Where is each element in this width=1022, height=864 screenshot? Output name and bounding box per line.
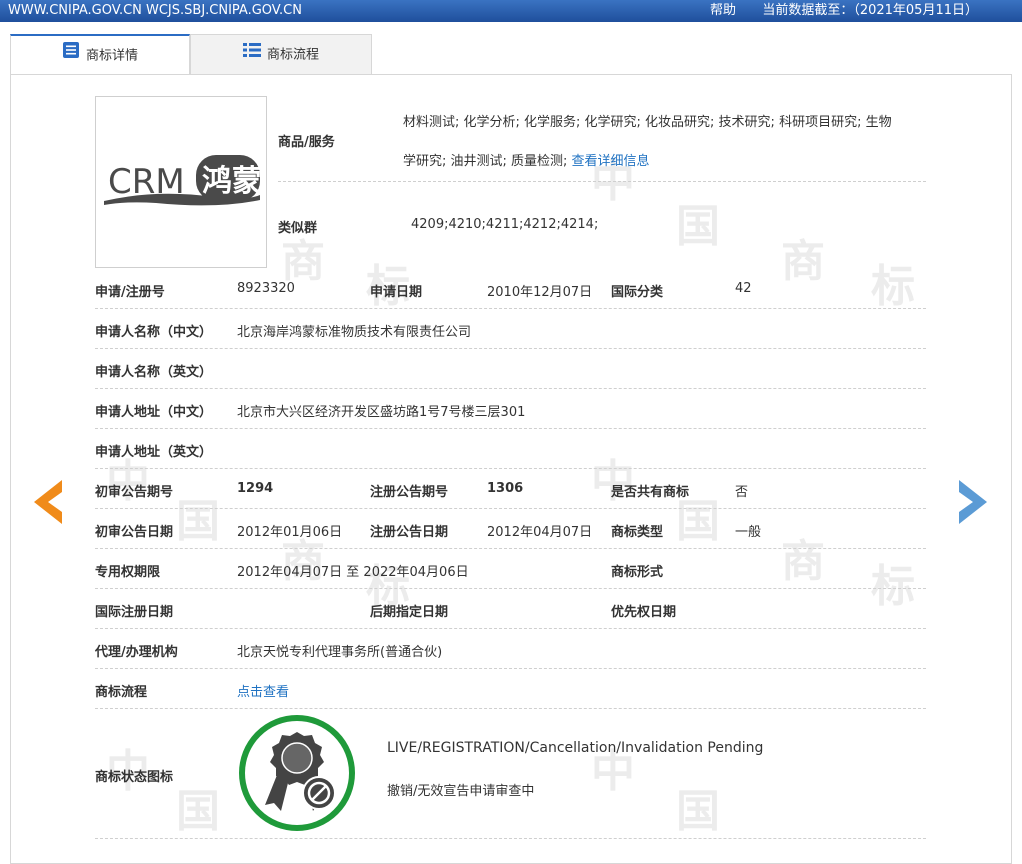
process-view-link[interactable]: 点击查看: [237, 681, 289, 700]
prelim-no-value: 1294: [237, 481, 274, 496]
applicant-en-label: 申请人名称（英文）: [95, 365, 213, 380]
prev-arrow-icon[interactable]: [30, 478, 64, 530]
tab-trademark-detail[interactable]: 商标详情: [10, 34, 190, 74]
divider: [95, 388, 926, 389]
address-en-label: 申请人地址（英文）: [95, 445, 213, 460]
reg-no-label: 申请/注册号: [95, 285, 165, 300]
watermark: 国: [176, 786, 220, 837]
mark-type-label: 商标类型: [611, 525, 664, 540]
intl-reg-date-label: 国际注册日期: [95, 605, 174, 620]
crm-logo-image: CRM 鸿蒙: [104, 155, 262, 206]
logo-latin: CRM: [108, 162, 185, 202]
watermark: 国: [676, 786, 720, 837]
similar-group-value: 4209;4210;4211;4212;4214;: [411, 217, 599, 232]
view-detail-link[interactable]: 查看详细信息: [572, 154, 650, 169]
reg-no-value: 8923320: [237, 281, 295, 296]
reg-pub-no-value: 1306: [487, 481, 524, 496]
prelim-date-label: 初审公告日期: [95, 525, 174, 540]
status-icon-label: 商标状态图标: [95, 770, 174, 785]
status-english: LIVE/REGISTRATION/Cancellation/Invalidat…: [387, 740, 764, 756]
prelim-date-value: 2012年01月06日: [237, 525, 343, 540]
tab-label: 商标详情: [85, 48, 138, 64]
applicant-cn-label: 申请人名称（中文）: [95, 325, 213, 340]
divider: [95, 708, 926, 709]
address-cn-label: 申请人地址（中文）: [95, 405, 213, 420]
prelim-no-label: 初审公告期号: [95, 485, 174, 500]
divider: [278, 181, 926, 182]
shared-label: 是否共有商标: [611, 485, 690, 500]
status-chinese: 撤销/无效宣告申请审查中: [387, 784, 535, 799]
watermark: 标: [871, 261, 915, 312]
site-domains: WWW.CNIPA.GOV.CN WCJS.SBJ.CNIPA.GOV.CN: [8, 3, 302, 18]
divider: [95, 468, 926, 469]
tab-label: 商标流程: [266, 47, 319, 63]
watermark: 商: [781, 236, 825, 287]
watermark: 国: [176, 496, 220, 547]
divider: [95, 628, 926, 629]
applicant-cn-value: 北京海岸鸿蒙标准物质技术有限责任公司: [237, 325, 472, 340]
watermark: 商: [781, 536, 825, 587]
term-label: 专用权期限: [95, 565, 161, 580]
divider: [95, 548, 926, 549]
term-value: 2012年04月07日 至 2022年04月06日: [237, 565, 469, 580]
next-arrow-icon[interactable]: [957, 478, 991, 530]
address-cn-value: 北京市大兴区经济开发区盛坊路1号7号楼三层301: [237, 405, 526, 420]
status-seal-icon: [237, 713, 357, 833]
later-designation-label: 后期指定日期: [370, 605, 449, 620]
reg-pub-no-label: 注册公告期号: [370, 485, 449, 500]
divider: [95, 838, 926, 839]
divider: [95, 428, 926, 429]
shared-value: 否: [735, 485, 749, 500]
divider: [95, 308, 926, 309]
intl-class-label: 国际分类: [611, 285, 664, 300]
intl-class-value: 42: [735, 281, 752, 296]
reg-pub-date-value: 2012年04月07日: [487, 525, 593, 540]
data-date: 当前数据截至：（2021年05月11日）: [762, 3, 978, 18]
agent-label: 代理/办理机构: [95, 645, 178, 660]
divider: [95, 668, 926, 669]
divider: [95, 348, 926, 349]
mark-type-value: 一般: [735, 525, 762, 540]
goods-line-1: 材料测试; 化学分析; 化学服务; 化学研究; 化妆品研究; 技术研究; 科研项…: [403, 115, 892, 130]
watermark: 国: [676, 201, 720, 252]
process-label: 商标流程: [95, 685, 148, 700]
watermark: 标: [871, 561, 915, 612]
grid-list-icon: [242, 35, 261, 75]
list-icon: [62, 36, 80, 76]
top-bar: WWW.CNIPA.GOV.CN WCJS.SBJ.CNIPA.GOV.CN 帮…: [0, 0, 1022, 22]
reg-pub-date-label: 注册公告日期: [370, 525, 449, 540]
goods-label: 商品/服务: [278, 135, 335, 150]
tab-trademark-process[interactable]: 商标流程: [190, 34, 372, 74]
similar-group-label: 类似群: [278, 221, 318, 236]
divider: [95, 508, 926, 509]
divider: [95, 588, 926, 589]
priority-date-label: 优先权日期: [611, 605, 677, 620]
agent-value: 北京天悦专利代理事务所(普通合伙): [237, 645, 443, 660]
app-date-label: 申请日期: [370, 285, 423, 300]
trademark-image: CRM 鸿蒙: [95, 96, 267, 268]
mark-form-label: 商标形式: [611, 565, 664, 580]
logo-chinese: 鸿蒙: [202, 164, 262, 199]
goods-line-2: 学研究; 油井测试; 质量检测; 查看详细信息: [403, 154, 650, 169]
app-date-value: 2010年12月07日: [487, 285, 593, 300]
help-link[interactable]: 帮助: [710, 0, 736, 22]
